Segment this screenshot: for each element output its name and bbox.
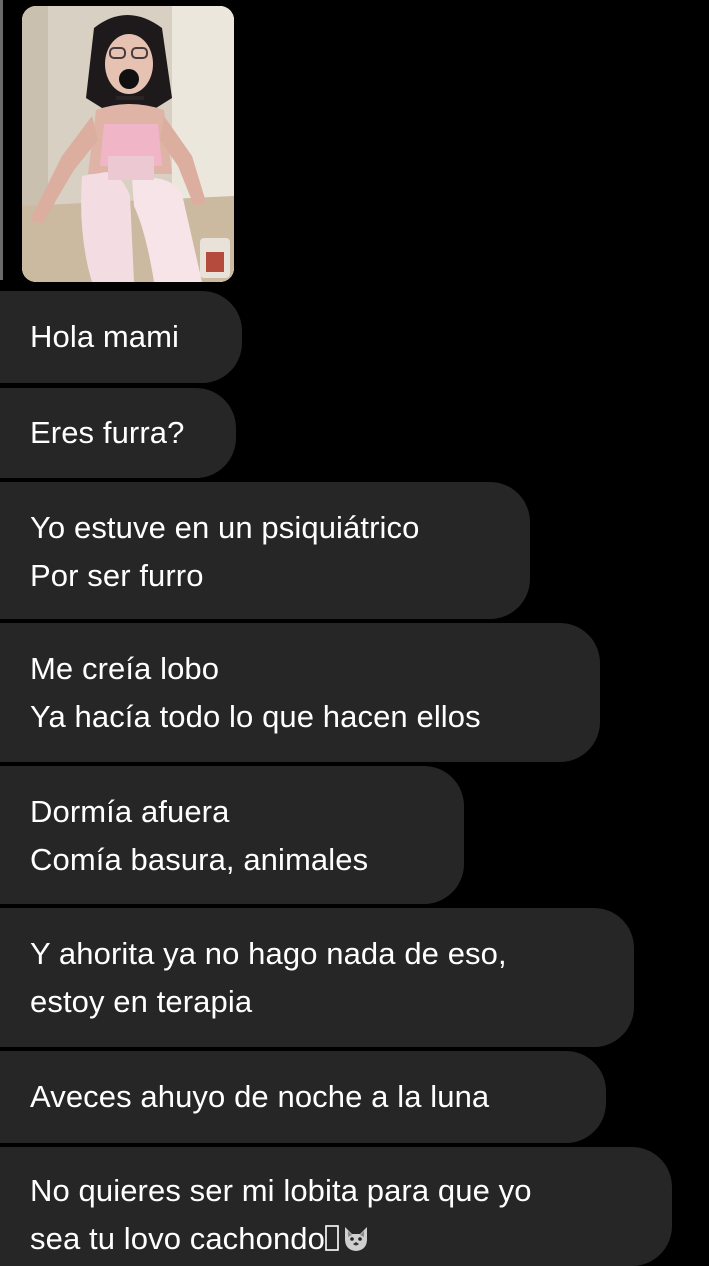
message-bubble[interactable]: Eres furra?: [0, 388, 236, 478]
sticker-icon: [206, 252, 224, 272]
message-text: Por ser furro: [30, 558, 204, 593]
message-bubble[interactable]: Y ahorita ya no hago nada de eso, estoy …: [0, 908, 634, 1047]
message-text: No quieres ser mi lobita para que yo: [30, 1173, 532, 1208]
message-bubble[interactable]: Aveces ahuyo de noche a la luna: [0, 1051, 606, 1143]
message-text: sea tu lovo cachondo: [30, 1221, 325, 1256]
thread-edge-line: [0, 0, 3, 280]
message-text: Hola mami: [30, 319, 180, 354]
message-bubble[interactable]: Hola mami: [0, 291, 242, 383]
missing-glyph-icon: [325, 1225, 339, 1251]
message-text-last-line: sea tu lovo cachondo: [30, 1215, 644, 1263]
message-text: Yo estuve en un psiquiátrico: [30, 510, 420, 545]
message-bubble[interactable]: No quieres ser mi lobita para que yo sea…: [0, 1147, 672, 1266]
message-bubble[interactable]: Yo estuve en un psiquiátrico Por ser fur…: [0, 482, 530, 619]
message-text: Dormía afuera: [30, 794, 230, 829]
message-text: Aveces ahuyo de noche a la luna: [30, 1079, 490, 1114]
shared-photo[interactable]: [22, 6, 234, 282]
message-text: estoy en terapia: [30, 984, 253, 1019]
message-text: Eres furra?: [30, 415, 185, 450]
message-text: Me creía lobo: [30, 651, 220, 686]
message-bubble[interactable]: Me creía lobo Ya hacía todo lo que hacen…: [0, 623, 600, 762]
message-text: Y ahorita ya no hago nada de eso,: [30, 936, 507, 971]
message-text: Ya hacía todo lo que hacen ellos: [30, 699, 481, 734]
message-text: Comía basura, animales: [30, 842, 369, 877]
wolf-icon: [345, 1227, 367, 1251]
message-bubble[interactable]: Dormía afuera Comía basura, animales: [0, 766, 464, 904]
